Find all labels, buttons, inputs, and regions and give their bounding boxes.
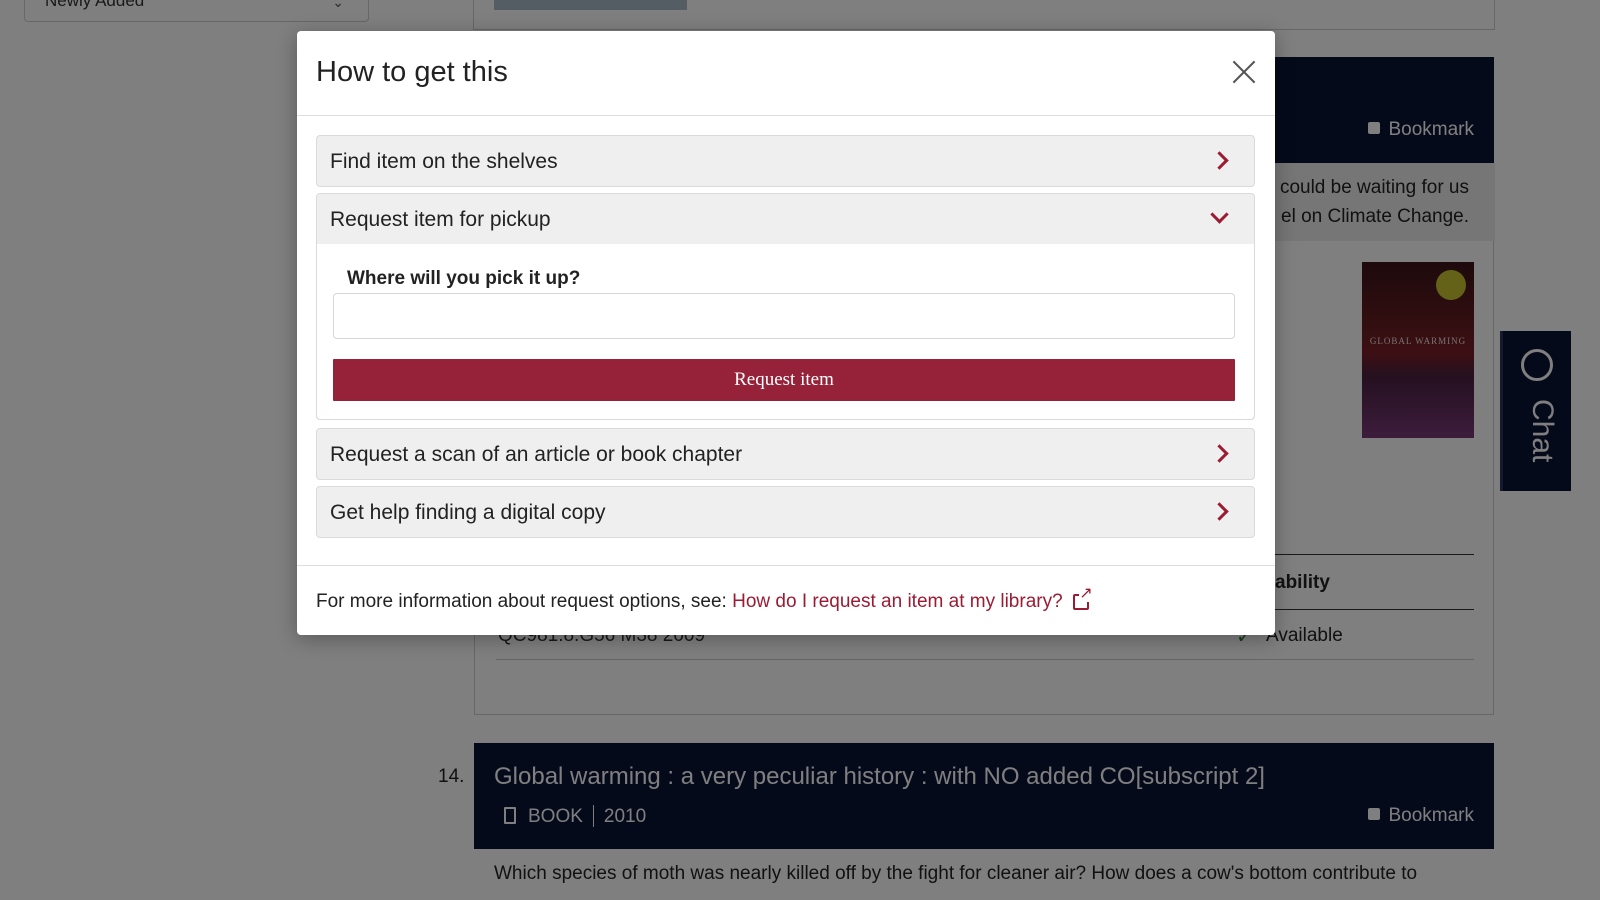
footer-text: For more information about request optio…: [316, 586, 1093, 613]
accordion-body-request-pickup: Where will you pick it up? Request item: [317, 244, 1254, 419]
accordion-label: Find item on the shelves: [330, 150, 558, 173]
accordion-digital-copy: Get help finding a digital copy: [316, 486, 1255, 538]
modal-footer: For more information about request optio…: [297, 565, 1275, 635]
close-icon[interactable]: [1231, 59, 1257, 85]
accordion-label: Request a scan of an article or book cha…: [330, 443, 743, 466]
external-link-icon: [1072, 586, 1093, 610]
accordion-header-find-on-shelves[interactable]: Find item on the shelves: [317, 136, 1254, 186]
accordion-header-request-pickup[interactable]: Request item for pickup: [317, 194, 1254, 244]
modal-title: How to get this: [316, 56, 508, 88]
footer-prefix: For more information about request optio…: [316, 591, 727, 612]
chevron-down-icon: [1210, 205, 1229, 224]
accordion-request-pickup: Request item for pickup Where will you p…: [316, 193, 1255, 420]
modal-header: How to get this: [297, 31, 1275, 116]
accordion-request-scan: Request a scan of an article or book cha…: [316, 428, 1255, 480]
pickup-location-label: Where will you pick it up?: [347, 268, 581, 289]
accordion-label: Request item for pickup: [330, 208, 551, 231]
chevron-right-icon: [1210, 444, 1229, 463]
accordion-find-on-shelves: Find item on the shelves: [316, 135, 1255, 187]
accordion-header-request-scan[interactable]: Request a scan of an article or book cha…: [317, 429, 1254, 479]
accordion-label: Get help finding a digital copy: [330, 501, 606, 524]
chevron-right-icon: [1210, 502, 1229, 521]
request-help-link[interactable]: How do I request an item at my library?: [732, 586, 1093, 612]
accordion-header-digital-copy[interactable]: Get help finding a digital copy: [317, 487, 1254, 537]
chevron-right-icon: [1210, 151, 1229, 170]
pickup-location-input[interactable]: [333, 293, 1235, 339]
request-item-button[interactable]: Request item: [333, 359, 1235, 401]
how-to-get-this-dialog: How to get this Find item on the shelves…: [297, 31, 1275, 635]
request-help-link-text: How do I request an item at my library?: [732, 591, 1063, 612]
